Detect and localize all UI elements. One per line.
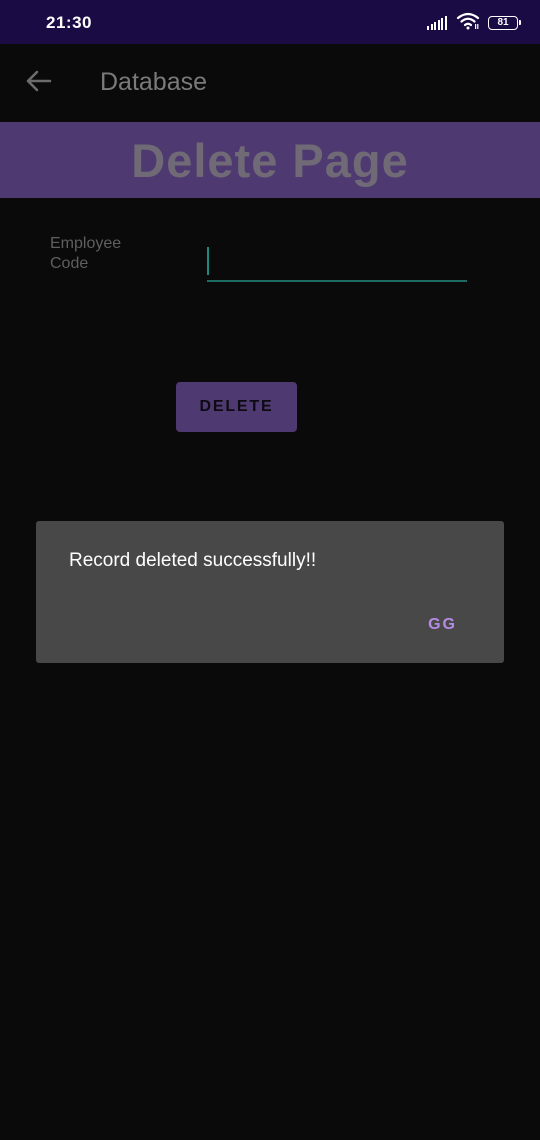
status-icons: 81 <box>427 12 521 35</box>
dialog-message: Record deleted successfully!! <box>69 550 317 571</box>
app-bar: Database <box>0 44 540 122</box>
alert-dialog: Record deleted successfully!! GG <box>36 521 504 663</box>
delete-button[interactable]: DELETE <box>176 382 297 432</box>
app-title: Database <box>100 68 208 96</box>
screen: 21:30 81 Database Delete Page Employee C… <box>0 0 540 1140</box>
wifi-icon <box>456 12 480 35</box>
status-bar: 21:30 81 <box>0 0 540 44</box>
page-banner: Delete Page <box>0 122 540 198</box>
text-cursor <box>207 247 209 275</box>
status-time: 21:30 <box>46 13 92 32</box>
arrow-back-icon <box>26 70 52 97</box>
signal-icon <box>427 16 448 30</box>
dialog-gg-button[interactable]: GG <box>428 616 457 634</box>
employee-code-label: Employee Code <box>50 235 122 272</box>
back-button[interactable] <box>20 64 58 102</box>
employee-code-input[interactable] <box>207 244 467 282</box>
page-title: Delete Page <box>131 133 409 187</box>
battery-level: 81 <box>497 17 509 28</box>
battery-icon: 81 <box>488 16 521 30</box>
